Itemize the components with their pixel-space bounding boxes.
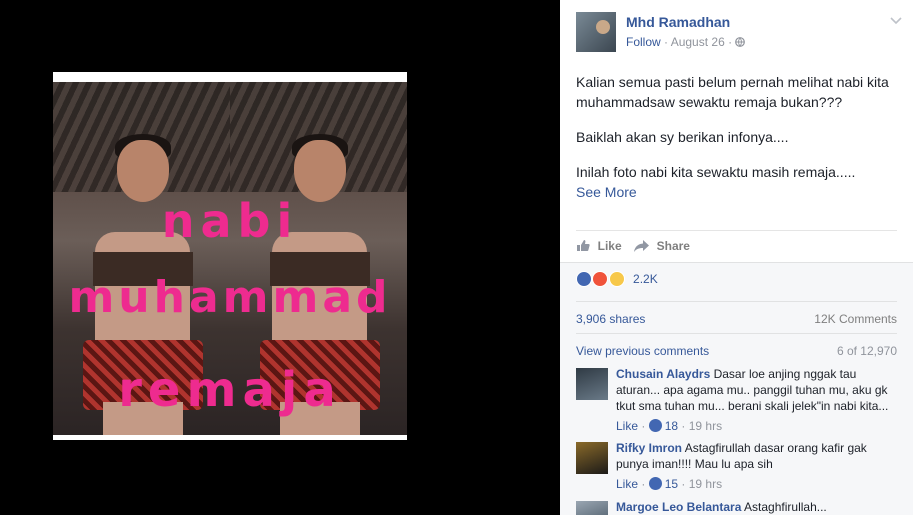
shares-link[interactable]: 3,906 shares [576, 312, 645, 326]
post-paragraph: Inilah foto nabi kita sewaktu masih rema… [576, 164, 856, 180]
post-panel: Mhd Ramadhan Follow · August 26 · Kalian… [560, 0, 913, 515]
comment-like-link[interactable]: Like [616, 419, 638, 433]
share-button[interactable]: Share [634, 238, 690, 253]
commenter-name[interactable]: Margoe Leo Belantara [616, 500, 741, 514]
post-meta: Follow · August 26 · [626, 35, 746, 49]
haha-reaction-icon [608, 271, 625, 287]
commenter-avatar[interactable] [576, 442, 608, 474]
post-paragraph: Kalian semua pasti belum pernah melihat … [576, 74, 889, 110]
commenter-name[interactable]: Chusain Alaydrs [616, 367, 710, 381]
comment-like-count[interactable]: 15 [665, 477, 678, 491]
like-reaction-icon [648, 419, 662, 432]
like-reaction-icon [648, 477, 662, 490]
reaction-count[interactable]: 2.2K [633, 272, 658, 286]
photo-caption-line3: remaja [118, 362, 342, 418]
comment-like-link[interactable]: Like [616, 477, 638, 491]
chevron-down-icon[interactable] [890, 12, 902, 28]
post-paragraph: Baiklah akan sy berikan infonya.... [576, 129, 789, 145]
photo-viewer: nabi muhammad remaja [0, 0, 560, 515]
comment-position: 6 of 12,970 [836, 344, 897, 358]
commenter-avatar[interactable] [576, 501, 608, 515]
globe-icon [735, 35, 746, 49]
reactions-summary[interactable]: 2.2K [576, 271, 658, 291]
photo-caption-line2: muhammad [68, 272, 392, 323]
post-photo[interactable]: nabi muhammad remaja [53, 72, 407, 440]
comment-meta: Like · 18 · 19 hrs [616, 419, 723, 433]
share-arrow-icon [634, 238, 653, 253]
photo-caption-line1: nabi [161, 194, 299, 248]
angry-reaction-icon [592, 271, 609, 287]
view-previous-comments-link[interactable]: View previous comments [576, 344, 709, 358]
thumbs-up-icon [576, 238, 594, 253]
commenter-avatar[interactable] [576, 368, 608, 400]
comment-text: Astaghfirullah... [744, 500, 827, 514]
comment-time[interactable]: 19 hrs [689, 419, 722, 433]
comment-meta: Like · 15 · 19 hrs [616, 477, 723, 491]
comment-like-count[interactable]: 18 [665, 419, 678, 433]
post-header: Mhd Ramadhan Follow · August 26 · [576, 12, 906, 52]
comments-count[interactable]: 12K Comments [814, 312, 897, 326]
author-name[interactable]: Mhd Ramadhan [626, 14, 730, 30]
commenter-name[interactable]: Rifky Imron [616, 441, 682, 455]
post-actions: Like Share [576, 230, 897, 260]
post-body: Kalian semua pasti belum pernah melihat … [576, 72, 906, 202]
author-avatar[interactable] [576, 12, 616, 52]
see-more-link[interactable]: See More [576, 182, 906, 202]
feedback-section: 2.2K 3,906 shares 12K Comments View prev… [560, 262, 913, 515]
shares-comments-row: 3,906 shares 12K Comments [576, 301, 897, 333]
follow-link[interactable]: Follow [626, 35, 661, 49]
like-reaction-icon [576, 271, 592, 287]
view-previous-row: View previous comments 6 of 12,970 [576, 333, 897, 363]
post-date[interactable]: August 26 [671, 35, 725, 49]
comment-time[interactable]: 19 hrs [689, 477, 722, 491]
like-button[interactable]: Like [576, 238, 622, 253]
